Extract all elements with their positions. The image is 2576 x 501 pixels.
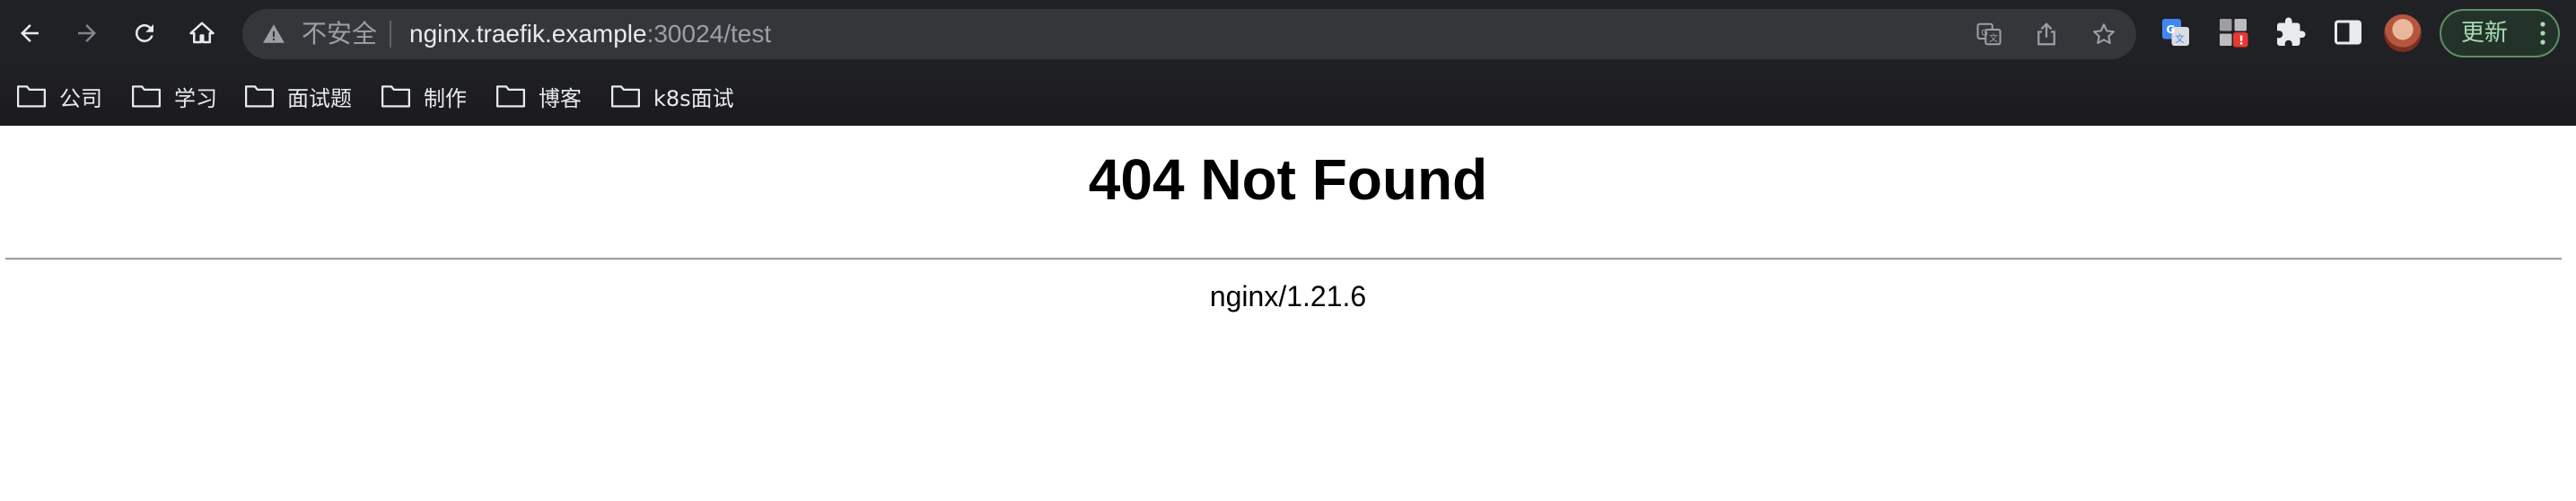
arrow-left-icon — [21, 24, 39, 42]
url-text[interactable]: nginx.traefik.example:30024/test — [409, 20, 771, 48]
browser-toolbar: 不安全 nginx.traefik.example:30024/test G 文 — [0, 0, 2576, 66]
translate-icon: G 文 — [1976, 22, 2002, 46]
folder-icon — [244, 85, 275, 108]
extensions-menu-button[interactable] — [2273, 14, 2309, 50]
page-title: 404 Not Found — [1088, 147, 1488, 212]
bookmark-folder-make[interactable]: 制作 — [373, 75, 474, 117]
bookmark-folder-blog[interactable]: 博客 — [488, 75, 589, 117]
share-icon — [2037, 22, 2055, 46]
translate-button[interactable]: G 文 — [1975, 20, 2003, 48]
bookmark-folder-study[interactable]: 学习 — [124, 75, 224, 117]
security-status-label[interactable]: 不安全 — [302, 20, 377, 48]
url-path: :30024/test — [646, 20, 772, 48]
forward-button[interactable] — [66, 13, 108, 54]
bookmark-folder-company[interactable]: 公司 — [9, 75, 110, 117]
extension-alert-icon: ! — [2220, 19, 2248, 48]
folder-icon — [131, 85, 162, 108]
horizontal-rule — [5, 258, 2562, 260]
reload-icon — [135, 23, 153, 42]
bookmarks-bar: 公司 学习 面试题 制作 博客 k8s面试 — [0, 66, 2576, 126]
home-icon — [189, 22, 215, 44]
folder-icon — [16, 85, 47, 108]
bookmark-label: 制作 — [424, 85, 467, 111]
profile-avatar[interactable] — [2384, 14, 2422, 52]
page-content: 404 Not Found nginx/1.21.6 — [0, 126, 2576, 501]
folder-icon — [381, 85, 411, 108]
extension-badge: ! — [2239, 34, 2244, 48]
share-button[interactable] — [2032, 20, 2061, 48]
update-button[interactable]: 更新 — [2440, 9, 2560, 57]
update-button-label: 更新 — [2461, 20, 2509, 47]
omnibox-divider — [390, 21, 391, 48]
warning-icon[interactable] — [262, 22, 285, 46]
bookmark-label: 公司 — [59, 85, 102, 111]
arrow-right-icon — [78, 24, 96, 42]
reload-button[interactable] — [124, 13, 165, 54]
home-button[interactable] — [181, 13, 223, 54]
star-icon — [2093, 23, 2115, 45]
svg-text:文: 文 — [2175, 33, 2185, 45]
alert-extension[interactable]: ! — [2215, 14, 2251, 50]
side-panel-button[interactable] — [2330, 14, 2366, 50]
puzzle-icon — [2277, 17, 2306, 46]
svg-text:文: 文 — [1989, 32, 1998, 44]
svg-text:G: G — [1981, 28, 1988, 38]
bookmark-label: 面试题 — [287, 85, 352, 111]
more-menu-icon[interactable] — [2540, 20, 2545, 47]
google-translate-icon: G 文 — [2162, 19, 2189, 46]
server-version: nginx/1.21.6 — [1209, 280, 1367, 312]
address-bar[interactable]: 不安全 nginx.traefik.example:30024/test G 文 — [242, 9, 2136, 59]
bookmark-label: 学习 — [174, 85, 217, 111]
back-button[interactable] — [9, 13, 50, 54]
google-translate-extension[interactable]: G 文 — [2158, 14, 2194, 50]
bookmark-label: k8s面试 — [653, 85, 734, 111]
side-panel-icon — [2335, 20, 2361, 45]
browser-chrome: 不安全 nginx.traefik.example:30024/test G 文 — [0, 0, 2576, 126]
bookmark-folder-k8s[interactable]: k8s面试 — [603, 75, 741, 117]
bookmark-star-button[interactable] — [2090, 20, 2118, 48]
folder-icon — [610, 85, 641, 108]
svg-text:G: G — [2167, 23, 2176, 36]
bookmark-folder-interview[interactable]: 面试题 — [237, 75, 359, 117]
url-host: nginx.traefik.example — [409, 20, 647, 48]
folder-icon — [495, 85, 526, 108]
bookmark-label: 博客 — [539, 85, 582, 111]
